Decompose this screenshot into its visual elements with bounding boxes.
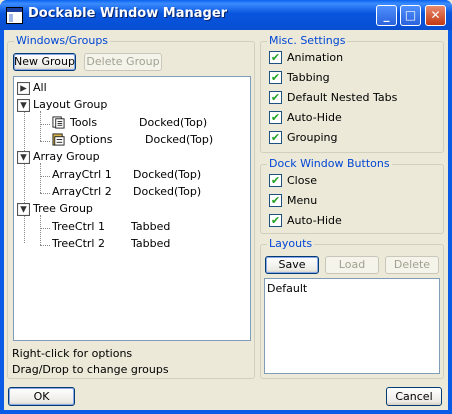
collapse-arrow-icon xyxy=(17,203,30,216)
misc-settings-group: Misc. Settings ✔ Animation ✔ Tabbing ✔ D… xyxy=(260,34,444,153)
close-label: Close xyxy=(287,174,317,187)
windows-groups-label: Windows/Groups xyxy=(14,34,111,47)
layout-item-default[interactable]: Default xyxy=(267,282,307,296)
checkmark-icon: ✔ xyxy=(269,131,282,144)
title-bar[interactable]: Dockable Window Manager _ □ ✕ xyxy=(0,0,452,30)
minimize-icon: _ xyxy=(383,8,390,22)
tree-connector xyxy=(40,245,50,246)
checkmark-icon: ✔ xyxy=(269,51,282,64)
tree-item-treectrl-1[interactable]: TreeCtrl 1 xyxy=(52,220,105,234)
delete-group-button[interactable]: Delete Group xyxy=(84,53,162,71)
collapse-arrow-icon xyxy=(17,99,30,112)
tree-connector xyxy=(40,141,50,142)
dialog-client-area: Windows/Groups New Group Delete Group Al… xyxy=(4,30,448,410)
animation-label: Animation xyxy=(287,51,344,64)
new-group-button[interactable]: New Group xyxy=(13,53,76,71)
tree-connector xyxy=(40,228,50,229)
close-icon: ✕ xyxy=(430,8,441,22)
windows-tree[interactable]: All Layout Group Tools Docked(Top) Optio… xyxy=(13,76,251,341)
layouts-list[interactable]: Default xyxy=(264,278,440,374)
hint-drag-drop: Drag/Drop to change groups xyxy=(12,363,169,376)
checkmark-icon: ✔ xyxy=(269,194,282,207)
arrayctrl-1-state: Docked(Top) xyxy=(133,168,202,181)
maximize-button[interactable]: □ xyxy=(400,5,421,26)
new-group-label: New Group xyxy=(14,55,75,68)
save-layout-label: Save xyxy=(278,258,306,271)
default-nested-tabs-label: Default Nested Tabs xyxy=(287,91,398,104)
expand-arrow-icon xyxy=(17,82,30,95)
tree-item-arrayctrl-1[interactable]: ArrayCtrl 1 xyxy=(52,168,112,182)
tree-item-arrayctrl-2[interactable]: ArrayCtrl 2 xyxy=(52,185,112,199)
dock-window-buttons-group: Dock Window Buttons ✔ Close ✔ Menu ✔ Aut… xyxy=(260,157,444,234)
ok-label: OK xyxy=(33,390,50,403)
delete-layout-button[interactable]: Delete xyxy=(385,256,439,274)
collapse-arrow-icon xyxy=(17,151,30,164)
tree-label-array-group: Array Group xyxy=(33,150,100,163)
dialog-window: Dockable Window Manager _ □ ✕ Windows/Gr… xyxy=(0,0,452,414)
checkmark-icon: ✔ xyxy=(269,214,282,227)
checkmark-icon: ✔ xyxy=(269,91,282,104)
minimize-button[interactable]: _ xyxy=(376,5,397,26)
tree-item-treectrl-2[interactable]: TreeCtrl 2 xyxy=(52,237,105,251)
tree-connector xyxy=(40,193,50,194)
tree-label-arrayctrl-1: ArrayCtrl 1 xyxy=(52,168,112,181)
delete-layout-label: Delete xyxy=(393,258,431,271)
tree-label-arrayctrl-2: ArrayCtrl 2 xyxy=(52,185,112,198)
tree-connector xyxy=(40,124,50,125)
arrayctrl-2-state: Docked(Top) xyxy=(133,185,202,198)
delete-group-label: Delete Group xyxy=(86,55,160,68)
tools-window-icon xyxy=(52,116,65,129)
ok-button[interactable]: OK xyxy=(8,387,75,406)
cancel-label: Cancel xyxy=(395,390,433,403)
tree-connector xyxy=(24,103,25,243)
load-layout-button[interactable]: Load xyxy=(325,256,379,274)
tree-label-treectrl-1: TreeCtrl 1 xyxy=(52,220,105,233)
grouping-label: Grouping xyxy=(287,131,338,144)
tools-state: Docked(Top) xyxy=(139,116,208,129)
dock-window-buttons-label: Dock Window Buttons xyxy=(267,157,392,170)
tree-label-all: All xyxy=(33,81,47,94)
maximize-icon: □ xyxy=(404,8,417,22)
treectrl-1-state: Tabbed xyxy=(131,220,171,233)
tree-label-tree-group: Tree Group xyxy=(33,202,93,215)
options-state: Docked(Top) xyxy=(145,133,214,146)
tabbing-label: Tabbing xyxy=(287,71,330,84)
layouts-label: Layouts xyxy=(267,237,315,250)
menu-label: Menu xyxy=(287,194,318,207)
layouts-group: Layouts Save Load Delete Default xyxy=(260,237,444,379)
load-layout-label: Load xyxy=(338,258,366,271)
cancel-button[interactable]: Cancel xyxy=(386,387,442,406)
auto-hide-label: Auto-Hide xyxy=(287,111,342,124)
hint-right-click: Right-click for options xyxy=(12,347,133,360)
tree-connector xyxy=(40,111,41,141)
checkmark-icon: ✔ xyxy=(269,174,282,187)
app-icon xyxy=(6,7,23,24)
tree-connector xyxy=(40,215,41,245)
tree-connector xyxy=(40,176,50,177)
treectrl-2-state: Tabbed xyxy=(131,237,171,250)
checkmark-icon: ✔ xyxy=(269,71,282,84)
window-title: Dockable Window Manager xyxy=(28,6,228,21)
tree-label-layout-group: Layout Group xyxy=(33,98,108,111)
windows-groups-group: Windows/Groups New Group Delete Group Al… xyxy=(7,34,255,379)
options-window-icon xyxy=(52,133,65,146)
tree-label-options: Options xyxy=(70,133,113,146)
misc-settings-label: Misc. Settings xyxy=(267,34,348,47)
checkmark-icon: ✔ xyxy=(269,111,282,124)
dock-auto-hide-label: Auto-Hide xyxy=(287,214,342,227)
close-button[interactable]: ✕ xyxy=(425,5,446,26)
tree-label-treectrl-2: TreeCtrl 2 xyxy=(52,237,105,250)
tree-label-tools: Tools xyxy=(70,116,98,129)
tree-connector xyxy=(40,163,41,193)
save-layout-button[interactable]: Save xyxy=(265,256,319,274)
